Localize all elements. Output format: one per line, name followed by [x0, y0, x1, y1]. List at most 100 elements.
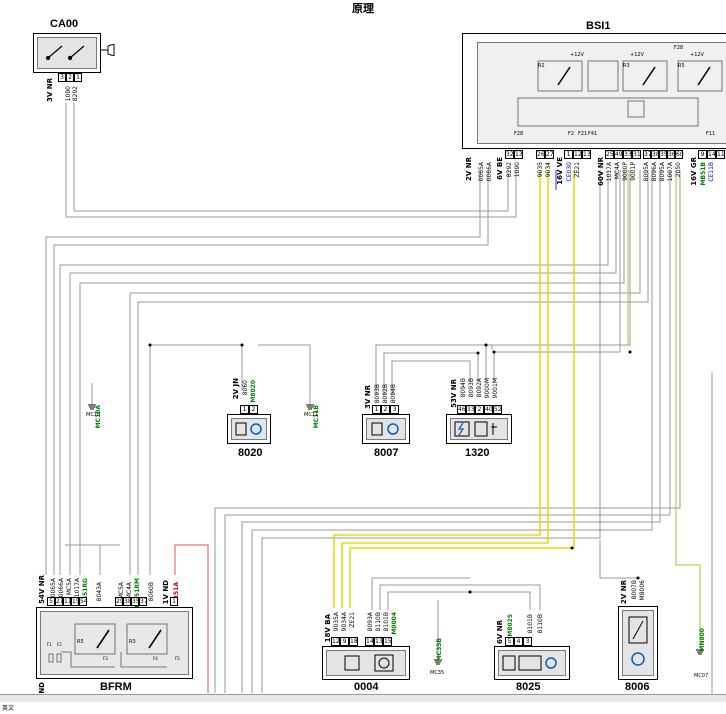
pin: 2 — [249, 405, 258, 414]
m8007-connector: 3V NR — [364, 385, 372, 409]
wire-label: 8093B — [374, 384, 381, 404]
wire-label: 8092B — [382, 384, 389, 404]
wire-0065A — [45, 170, 481, 575]
relay-label: R3 — [623, 63, 630, 69]
m8020-module[interactable] — [227, 414, 271, 444]
pin: 3 — [390, 405, 399, 414]
wire-label: 0065A — [478, 162, 485, 182]
ground-label: MC07 — [694, 673, 709, 679]
m0004-title: 0004 — [354, 681, 379, 693]
bsi1-pins: 9 14 11 — [698, 150, 725, 159]
sensor-icon — [235, 422, 262, 436]
wire-label: MC5A — [66, 578, 73, 596]
bsi1-pins: 26 27 — [536, 150, 554, 159]
pin: 35 — [131, 597, 140, 606]
m8025-module[interactable] — [494, 646, 570, 680]
pin: 15 — [71, 597, 80, 606]
relay-label: R3 — [129, 639, 136, 645]
wire-label: 8095A — [643, 162, 650, 182]
bfrm-pins: 5 21 11 15 54 — [47, 597, 88, 606]
bsi1-pins: 32 13 — [505, 150, 523, 159]
antenna-icon — [100, 44, 115, 56]
bfrm-connector: 54V NR — [38, 575, 46, 604]
wire-label: 9000P — [622, 162, 629, 181]
m0004-module[interactable] — [322, 646, 410, 680]
wire-8007-feed — [599, 540, 640, 579]
wire-label: ZE21 — [574, 162, 581, 178]
bfrm-module[interactable]: R5 R3 F1 F2 F3 F4 F5 — [36, 607, 193, 679]
junction-dot — [484, 343, 488, 347]
wire-label: 8110B — [537, 614, 544, 634]
wire-label: 1017A — [74, 578, 81, 598]
pin: 14 — [365, 637, 374, 646]
m8007-module[interactable] — [362, 414, 410, 444]
wire-mc5a — [69, 170, 617, 575]
wire-label: 1090 — [514, 162, 521, 178]
bsi1-connector-label: 6V BE — [496, 157, 504, 180]
voltage-label: +12V — [690, 52, 704, 58]
wire-label: ZE21 — [349, 612, 356, 628]
wire-label: 2050 — [675, 162, 682, 178]
m8025-pins: 5 4 3 — [505, 637, 532, 646]
wire-label: 0066A — [486, 162, 493, 182]
ca00-module[interactable] — [33, 33, 101, 73]
ground-wire-label: MC35B — [436, 638, 443, 662]
wire-8292 — [73, 103, 509, 212]
junction-dot — [468, 590, 472, 594]
junction-dot — [628, 350, 632, 354]
bfrm-connector: 1V ND — [162, 580, 170, 605]
bsi1-module[interactable]: R2 R3 R5 +12V +12V +12V F28 F28 F2 F21 F… — [462, 33, 726, 149]
pin: 38 — [651, 150, 660, 159]
bfrm-bottom-label: ND — [38, 682, 46, 694]
wire-1090 — [65, 103, 517, 218]
pin: 46 — [457, 405, 466, 414]
bsi1-connector-label: 60V NR — [597, 157, 605, 186]
ca00-connector: 3V NR — [46, 78, 54, 102]
bsi1-connector-label: 16V GR — [690, 157, 698, 186]
wire-label: MC4A — [614, 162, 621, 180]
m8006-module[interactable] — [618, 606, 658, 680]
wire-label: 8292 — [506, 162, 513, 178]
fuse-label: F41 — [588, 131, 598, 137]
wire-1017A — [59, 170, 609, 575]
pin: 33 — [623, 150, 632, 159]
m8007-title: 8007 — [374, 447, 399, 459]
pin: 31 — [632, 150, 641, 159]
bsi1-connector-label: 16V VE — [556, 157, 564, 185]
m1320-pins: 46 33 2 40 52 — [457, 405, 502, 414]
pin: 2 — [475, 405, 484, 414]
wire-8094B — [391, 360, 471, 395]
wire-8093A — [371, 577, 470, 610]
m1320-title: 1320 — [465, 447, 490, 459]
pin: 1 — [170, 597, 178, 606]
m8006-connector: 2V NR — [620, 580, 628, 604]
wire-label: M8025 — [507, 614, 514, 637]
climate-panel-icon — [502, 655, 557, 671]
pin: 37 — [643, 150, 652, 159]
wire-8110B — [379, 584, 541, 610]
wire-label: 8007B — [631, 580, 638, 600]
wire-label: 8092A — [476, 378, 483, 398]
pin: 2 — [66, 73, 74, 82]
pin: 33 — [466, 405, 475, 414]
fuse-label: F21 — [578, 131, 588, 137]
m8025-connector: 6V NR — [496, 620, 504, 644]
pin: 52 — [493, 405, 502, 414]
fuse-label: F5 — [175, 656, 180, 661]
pin: 9 — [340, 637, 349, 646]
pin: 32 — [505, 150, 514, 159]
m1320-module[interactable] — [446, 414, 512, 444]
pin: 1 — [564, 150, 573, 159]
pin: 29 — [115, 597, 124, 606]
pin: 13 — [374, 637, 383, 646]
sensor-icon — [628, 616, 648, 666]
pin: 26 — [536, 150, 545, 159]
pin: 2 — [381, 405, 390, 414]
pin: 13 — [582, 150, 591, 159]
bsi1-pins: 25 49 33 31 — [605, 150, 641, 159]
wire-label: 9000M — [484, 378, 491, 399]
switch-icon — [45, 45, 85, 61]
m8006-title: 8006 — [625, 681, 650, 693]
bottom-bar-label: 英文 — [2, 705, 15, 712]
bfrm-pins: 1 — [170, 597, 178, 606]
